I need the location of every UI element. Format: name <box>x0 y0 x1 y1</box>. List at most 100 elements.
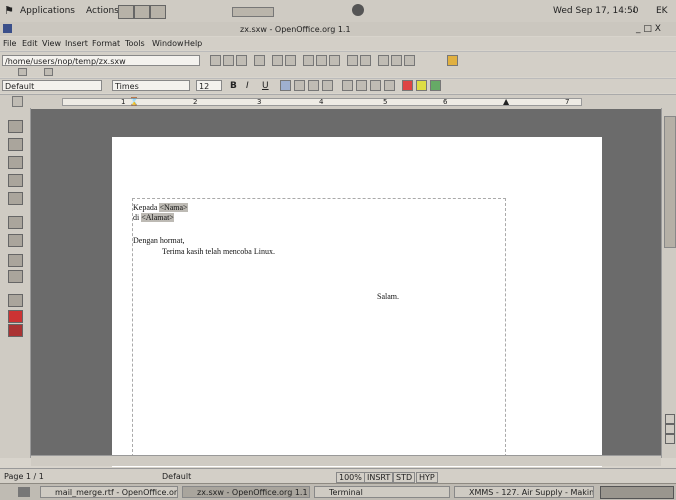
font-name-select[interactable]: Times <box>112 80 190 91</box>
menu-view[interactable]: View <box>42 39 61 48</box>
menu-window[interactable]: Window <box>152 39 184 48</box>
align-left-icon[interactable] <box>280 80 291 91</box>
bold-button[interactable]: B <box>230 81 237 91</box>
export-pdf-icon[interactable] <box>254 55 265 66</box>
applications-menu[interactable]: Applications <box>20 6 75 16</box>
background-color-icon[interactable] <box>430 80 441 91</box>
edit-file-icon[interactable] <box>236 55 247 66</box>
datasources-icon[interactable] <box>8 270 23 283</box>
underline-button[interactable]: U <box>262 81 269 91</box>
save-icon[interactable] <box>223 55 234 66</box>
indent-marker[interactable]: ⌛ <box>129 97 139 106</box>
page-style[interactable]: Default <box>162 472 191 481</box>
menu-edit[interactable]: Edit <box>22 39 38 48</box>
show-desktop-icon[interactable] <box>18 487 30 497</box>
volume-icon[interactable]: ♩ <box>632 5 636 15</box>
navigator-icon[interactable] <box>391 55 402 66</box>
print-preview-icon[interactable] <box>285 55 296 66</box>
highlight-icon[interactable] <box>416 80 427 91</box>
task-zx-sxw[interactable]: zx.sxw - OpenOffice.org 1.1 <box>182 486 310 498</box>
menu-help[interactable]: Help <box>184 39 202 48</box>
insert-object-icon[interactable] <box>8 156 23 169</box>
horizontal-scrollbar[interactable] <box>31 455 661 466</box>
foot-icon[interactable]: ⚑ <box>4 4 14 17</box>
actions-menu[interactable]: Actions <box>86 6 119 16</box>
closing-line[interactable]: Salam. <box>377 292 399 301</box>
italic-button[interactable]: I <box>246 81 249 91</box>
justify-icon[interactable] <box>322 80 333 91</box>
tray-label[interactable]: EK <box>656 6 668 16</box>
address-line[interactable]: di <Alamat> <box>133 213 174 222</box>
insert-mode[interactable]: INSRT <box>364 472 394 483</box>
align-center-icon[interactable] <box>294 80 305 91</box>
home-icon[interactable] <box>118 5 134 19</box>
launcher-icon[interactable] <box>134 5 150 19</box>
selection-mode[interactable]: STD <box>393 472 416 483</box>
redo-icon[interactable] <box>360 55 371 66</box>
right-indent-marker[interactable]: ▲ <box>503 97 509 106</box>
clock[interactable]: Wed Sep 17, 14:50 <box>553 6 638 16</box>
tab-stop-selector[interactable] <box>12 96 23 107</box>
task-mail-merge[interactable]: mail_merge.rtf - OpenOffice.org 1 <box>40 486 178 498</box>
window-titlebar[interactable]: zx.sxw - OpenOffice.org 1.1 _ □ X <box>0 22 676 36</box>
paragraph-style-select[interactable]: Default <box>2 80 102 91</box>
spellcheck-icon[interactable] <box>8 234 23 247</box>
name-field[interactable]: <Nama> <box>159 203 188 212</box>
menu-tools[interactable]: Tools <box>125 39 145 48</box>
scroll-thumb[interactable] <box>664 116 676 248</box>
font-size-select[interactable]: 12 <box>196 80 222 91</box>
copy-icon[interactable] <box>316 55 327 66</box>
menu-file[interactable]: File <box>3 39 16 48</box>
form-controls-icon[interactable] <box>8 192 23 205</box>
launcher-icon-2[interactable] <box>150 5 166 19</box>
window-menu-icon[interactable] <box>3 24 12 33</box>
gallery-icon[interactable] <box>404 55 415 66</box>
page-up-icon[interactable] <box>665 414 675 424</box>
insert-fields-icon[interactable] <box>8 138 23 151</box>
greeting-line[interactable]: Dengan hormat, <box>133 236 185 245</box>
decrease-indent-icon[interactable] <box>370 80 381 91</box>
print-icon[interactable] <box>272 55 283 66</box>
increase-indent-icon[interactable] <box>384 80 395 91</box>
nonprinting-chars-icon[interactable] <box>8 294 23 307</box>
top-panel: ⚑ Applications Actions Wed Sep 17, 14:50… <box>0 0 676 23</box>
applet-icon[interactable] <box>352 4 364 16</box>
task-xmms[interactable]: XMMS - 127. Air Supply - Making <box>454 486 594 498</box>
font-color-icon[interactable] <box>402 80 413 91</box>
window-controls[interactable]: _ □ X <box>636 24 661 34</box>
menu-format[interactable]: Format <box>92 39 120 48</box>
bullets-icon[interactable] <box>356 80 367 91</box>
forward-icon[interactable] <box>44 68 53 76</box>
back-icon[interactable] <box>18 68 27 76</box>
hyperlink-mode[interactable]: HYP <box>416 472 438 483</box>
workspace-switcher[interactable] <box>232 7 274 17</box>
undo-icon[interactable] <box>347 55 358 66</box>
menu-insert[interactable]: Insert <box>65 39 88 48</box>
edit-autotext-icon[interactable] <box>8 216 23 229</box>
datasource-icon[interactable] <box>447 55 458 66</box>
zoom-level[interactable]: 100% <box>336 472 365 483</box>
hyperlink-icon[interactable] <box>378 55 389 66</box>
show-draw-functions-icon[interactable] <box>8 174 23 187</box>
address-field[interactable]: <Alamat> <box>141 213 174 222</box>
paste-icon[interactable] <box>329 55 340 66</box>
open-icon[interactable] <box>210 55 221 66</box>
body-line[interactable]: Terima kasih telah mencoba Linux. <box>162 247 275 256</box>
vertical-scrollbar[interactable] <box>661 108 676 458</box>
url-field[interactable]: /home/users/nop/temp/zx.sxw <box>2 55 200 66</box>
page-indicator[interactable]: Page 1 / 1 <box>4 472 44 481</box>
ruler-strip[interactable]: 1 2 3 4 5 6 7 ⌛ ▲ <box>62 97 582 106</box>
workspace-pager[interactable] <box>600 486 674 499</box>
align-right-icon[interactable] <box>308 80 319 91</box>
graphics-off-icon[interactable] <box>8 310 23 323</box>
online-layout-icon[interactable] <box>8 324 23 337</box>
numbering-icon[interactable] <box>342 80 353 91</box>
cut-icon[interactable] <box>303 55 314 66</box>
insert-icon[interactable] <box>8 120 23 133</box>
task-terminal[interactable]: Terminal <box>314 486 450 498</box>
page-down-icon[interactable] <box>665 434 675 444</box>
horizontal-ruler[interactable]: 1 2 3 4 5 6 7 ⌛ ▲ <box>0 94 676 109</box>
navigation-icon[interactable] <box>665 424 675 434</box>
recipient-line[interactable]: Kepada <Nama> <box>133 203 188 212</box>
find-replace-icon[interactable] <box>8 254 23 267</box>
